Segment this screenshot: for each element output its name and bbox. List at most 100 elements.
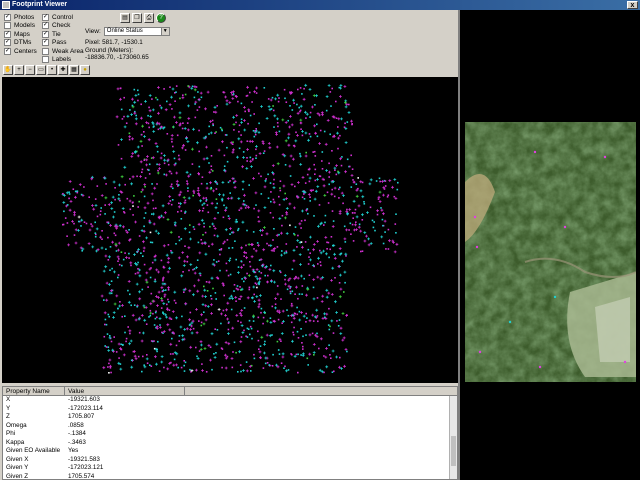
app-icon: [2, 1, 10, 9]
layer-label: Tie: [52, 30, 61, 38]
property-row[interactable]: Phi -.1384: [3, 430, 457, 439]
layer-label: Models: [14, 22, 35, 30]
layer-labels[interactable]: Labels: [42, 56, 84, 65]
property-value: -19321.603: [68, 396, 100, 403]
property-grid: Property Name Value X -19321.603 Y -172023.…: [2, 386, 458, 480]
property-value-header[interactable]: Value: [65, 387, 185, 395]
bulb-icon[interactable]: ●: [80, 65, 90, 75]
view-dropdown[interactable]: Online Status ▼: [103, 27, 170, 36]
open-icon[interactable]: ▤: [120, 13, 130, 23]
layer-control[interactable]: Control: [42, 13, 84, 22]
title-bar: Footprint Viewer x: [0, 0, 640, 10]
layer-label: Control: [52, 13, 73, 21]
property-value: -.1384: [68, 430, 86, 437]
map-toolbar: ✋ + − ▭ • ✚ ▦ ●: [3, 65, 90, 75]
scrollbar-thumb[interactable]: [451, 436, 456, 466]
grid-icon[interactable]: ▦: [69, 65, 79, 75]
layer-maps[interactable]: Maps: [4, 30, 37, 39]
property-value: 1705.574: [68, 472, 95, 480]
zoom-out-icon[interactable]: −: [25, 65, 35, 75]
layer-dtms[interactable]: DTMs: [4, 39, 37, 48]
property-name: Given Y: [6, 464, 29, 471]
ground-readout: -18836.70, -173060.65: [85, 54, 149, 61]
layer-pass[interactable]: Pass: [42, 39, 84, 48]
property-value: 1705.807: [68, 413, 95, 420]
layer-checkbox[interactable]: [4, 13, 11, 21]
footprint-panel: PhotosModelsMapsDTMsCenters ControlCheck…: [0, 10, 460, 480]
layer-checkbox[interactable]: [42, 13, 49, 21]
layer-tie[interactable]: Tie: [42, 30, 84, 39]
property-scrollbar[interactable]: [449, 396, 457, 479]
layer-checkbox[interactable]: [42, 39, 49, 47]
property-row[interactable]: Omega .0858: [3, 422, 457, 431]
copy-icon[interactable]: ❐: [132, 13, 142, 23]
fit-icon[interactable]: ✚: [58, 65, 68, 75]
property-value: -19321.583: [68, 455, 100, 463]
layer-photos[interactable]: Photos: [4, 13, 37, 22]
property-row[interactable]: Given EO Available Yes: [3, 447, 457, 456]
layer-label: Weak Area: [52, 47, 84, 55]
property-value: -172023.114: [68, 404, 103, 412]
layer-weak-area[interactable]: Weak Area: [42, 47, 84, 56]
layer-checkbox[interactable]: [4, 47, 11, 55]
property-name: Z: [6, 413, 10, 420]
close-button[interactable]: x: [627, 1, 638, 9]
property-name: X: [6, 396, 11, 403]
view-label: View:: [85, 28, 101, 35]
property-row[interactable]: Z 1705.807: [3, 413, 457, 422]
layer-label: Maps: [14, 30, 30, 38]
layer-list-points: ControlCheckTiePassWeak AreaLabels: [42, 13, 84, 64]
layer-checkbox[interactable]: [42, 47, 49, 55]
layer-check[interactable]: Check: [42, 22, 84, 31]
property-name: Given X: [6, 455, 29, 463]
layer-label: Centers: [14, 47, 37, 55]
property-grid-header: Property Name Value: [3, 387, 457, 396]
aerial-photo-texture: [465, 122, 636, 382]
property-value: .0858: [68, 421, 84, 429]
property-name-header[interactable]: Property Name: [3, 387, 65, 395]
layer-label: Labels: [52, 56, 72, 64]
layer-models[interactable]: Models: [4, 22, 37, 31]
property-row[interactable]: Kappa -.3463: [3, 439, 457, 448]
layer-checkbox[interactable]: [4, 22, 11, 30]
pixel-readout: Pixel: 581.7, -1530.1: [85, 39, 143, 46]
property-value: -172023.121: [68, 464, 104, 471]
select-icon[interactable]: •: [47, 65, 57, 75]
view-selected-value: Online Status: [106, 28, 143, 34]
property-name: Given Z: [6, 472, 29, 480]
layer-label: Check: [52, 22, 71, 30]
zoom-box-icon[interactable]: ▭: [36, 65, 46, 75]
property-value: -.3463: [68, 438, 86, 446]
view-row: View: Online Status ▼: [85, 27, 170, 36]
print-icon[interactable]: ⎙: [144, 13, 154, 23]
property-row[interactable]: Given X -19321.583: [3, 456, 457, 465]
property-name: Omega: [6, 421, 27, 429]
property-value: Yes: [68, 447, 79, 454]
layer-checkbox[interactable]: [42, 30, 49, 38]
footprint-markers: [61, 83, 399, 374]
property-grid-body: X -19321.603 Y -172023.114 Z 1705.807 Omega .08…: [3, 396, 457, 480]
property-row[interactable]: Given Y -172023.121: [3, 464, 457, 473]
layer-label: Photos: [14, 13, 35, 21]
property-row[interactable]: Given Z 1705.574: [3, 473, 457, 480]
ground-label: Ground (Meters):: [85, 47, 133, 54]
aerial-image[interactable]: [465, 122, 636, 382]
zoom-in-icon[interactable]: +: [14, 65, 24, 75]
layer-checkbox[interactable]: [4, 30, 11, 38]
property-row[interactable]: X -19321.603: [3, 396, 457, 405]
help-icon[interactable]: ?: [156, 13, 166, 23]
pan-icon[interactable]: ✋: [3, 65, 13, 75]
layer-label: DTMs: [14, 39, 32, 47]
layer-checkbox[interactable]: [42, 56, 49, 64]
window-title: Footprint Viewer: [12, 1, 68, 8]
layer-list-primary: PhotosModelsMapsDTMsCenters: [4, 13, 37, 56]
chevron-down-icon[interactable]: ▼: [160, 28, 169, 35]
property-name: Phi: [6, 430, 16, 437]
layer-checkbox[interactable]: [4, 39, 11, 47]
layer-centers[interactable]: Centers: [4, 47, 37, 56]
footprint-map[interactable]: [2, 77, 458, 383]
property-row[interactable]: Y -172023.114: [3, 405, 457, 414]
property-name: Kappa: [6, 438, 25, 446]
layer-checkbox[interactable]: [42, 22, 49, 30]
top-toolbar: ▤ ❐ ⎙ ?: [120, 13, 166, 23]
